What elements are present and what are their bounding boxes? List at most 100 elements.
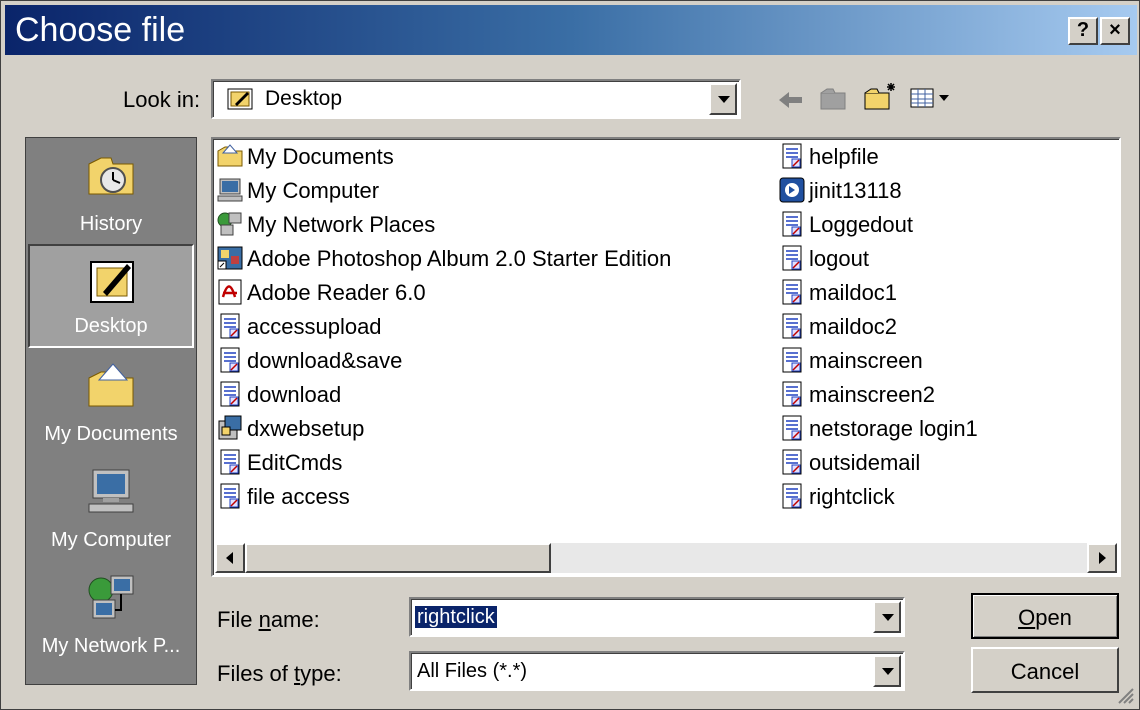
- place-desktop[interactable]: Desktop: [28, 244, 194, 348]
- document-icon: [220, 449, 240, 475]
- desktop-icon: [90, 261, 134, 303]
- close-button[interactable]: ×: [1100, 17, 1130, 45]
- file-item[interactable]: mainscreen: [779, 345, 923, 377]
- file-item[interactable]: EditCmds: [217, 447, 342, 479]
- document-icon: [220, 381, 240, 407]
- file-name: accessupload: [247, 314, 382, 339]
- file-name: download: [247, 382, 342, 407]
- document-icon: [782, 381, 802, 407]
- lookin-dropdown[interactable]: Desktop: [211, 79, 741, 119]
- document-icon: [782, 415, 802, 441]
- open-button[interactable]: Open: [971, 593, 1119, 639]
- file-item[interactable]: mainscreen2: [779, 379, 935, 411]
- my-computer-icon: [88, 469, 134, 513]
- file-name: My Computer: [247, 178, 380, 203]
- installer-icon: [779, 177, 805, 203]
- file-item[interactable]: outsidemail: [779, 447, 920, 479]
- document-icon: [220, 347, 240, 373]
- file-item[interactable]: maildoc1: [779, 277, 897, 309]
- file-name: mainscreen2: [809, 382, 935, 407]
- place-label: My Network P...: [41, 635, 181, 657]
- file-name: outsidemail: [809, 450, 921, 475]
- document-icon: [782, 279, 802, 305]
- file-item[interactable]: netstorage login1: [779, 413, 978, 445]
- file-item[interactable]: logout: [779, 243, 869, 275]
- lookin-dropdown-arrow[interactable]: [709, 83, 737, 115]
- file-item[interactable]: My Computer: [217, 175, 379, 207]
- file-item[interactable]: Adobe Photoshop Album 2.0 Starter Editio…: [217, 243, 671, 275]
- setup-icon: [218, 415, 242, 440]
- lookin-label: Look in:: [123, 87, 201, 112]
- network-places-icon: [88, 575, 134, 619]
- filename-dropdown-arrow[interactable]: [873, 601, 901, 633]
- document-icon: [220, 483, 240, 509]
- file-item[interactable]: My Documents: [217, 141, 394, 173]
- view-menu-icon[interactable]: [909, 85, 955, 111]
- place-label: My Computer: [50, 529, 172, 551]
- up-folder-icon[interactable]: [819, 85, 849, 113]
- file-name: rightclick: [809, 484, 895, 509]
- file-item[interactable]: download&save: [217, 345, 402, 377]
- folder-icon: [217, 144, 243, 167]
- document-icon: [782, 449, 802, 475]
- file-item[interactable]: Loggedout: [779, 209, 913, 241]
- places-bar: History Desktop My Documents My Computer…: [25, 137, 197, 685]
- file-item[interactable]: helpfile: [779, 141, 879, 173]
- file-name: maildoc2: [809, 314, 898, 339]
- file-name: download&save: [247, 348, 403, 373]
- choose-file-dialog: Choose file ? × Look in: Desktop History…: [0, 0, 1140, 710]
- horizontal-scrollbar[interactable]: [215, 543, 1117, 573]
- place-network[interactable]: My Network P...: [28, 562, 194, 666]
- file-name: My Documents: [247, 144, 394, 169]
- file-item[interactable]: accessupload: [217, 311, 382, 343]
- history-icon: [88, 157, 134, 195]
- filename-field[interactable]: rightclick: [409, 597, 905, 637]
- file-name: dxwebsetup: [247, 416, 365, 441]
- file-name: file access: [247, 484, 350, 509]
- file-name: Adobe Reader 6.0: [247, 280, 426, 305]
- place-my-computer[interactable]: My Computer: [28, 456, 194, 560]
- file-name: netstorage login1: [809, 416, 978, 441]
- title-bar[interactable]: Choose file ? ×: [5, 5, 1137, 55]
- file-item[interactable]: download: [217, 379, 341, 411]
- file-name: My Network Places: [247, 212, 436, 237]
- my-documents-icon: [88, 363, 134, 407]
- file-name: jinit13118: [809, 178, 902, 203]
- desktop-icon: [227, 88, 253, 110]
- document-icon: [782, 483, 802, 509]
- filetype-dropdown-arrow[interactable]: [873, 655, 901, 687]
- cancel-button[interactable]: Cancel: [971, 647, 1119, 693]
- scroll-right-button[interactable]: [1087, 543, 1117, 573]
- document-icon: [782, 245, 802, 271]
- file-list[interactable]: My Documents My Computer My Network Places…: [211, 137, 1121, 577]
- file-item[interactable]: jinit13118: [779, 175, 902, 207]
- file-name: EditCmds: [247, 450, 343, 475]
- filename-value: rightclick: [415, 606, 497, 628]
- back-arrow-icon[interactable]: [777, 89, 805, 111]
- resize-grip-icon[interactable]: [1115, 685, 1135, 705]
- place-history[interactable]: History: [28, 140, 194, 244]
- filetype-select[interactable]: All Files (*.*): [409, 651, 905, 691]
- shortcut-icon: [217, 246, 243, 270]
- file-name: helpfile: [809, 144, 879, 169]
- file-item[interactable]: rightclick: [779, 481, 895, 513]
- file-item[interactable]: dxwebsetup: [217, 413, 364, 445]
- file-item[interactable]: My Network Places: [217, 209, 435, 241]
- scroll-thumb[interactable]: [245, 543, 551, 573]
- document-icon: [782, 347, 802, 373]
- place-my-documents[interactable]: My Documents: [28, 350, 194, 454]
- file-item[interactable]: maildoc2: [779, 311, 897, 343]
- file-item[interactable]: file access: [217, 481, 350, 513]
- help-button[interactable]: ?: [1068, 17, 1098, 45]
- scroll-left-button[interactable]: [215, 543, 245, 573]
- new-folder-icon[interactable]: [863, 81, 899, 113]
- file-name: maildoc1: [809, 280, 898, 305]
- lookin-value: Desktop: [265, 87, 343, 110]
- file-item[interactable]: Adobe Reader 6.0: [217, 277, 426, 309]
- pdf-icon: [218, 279, 242, 305]
- document-icon: [782, 313, 802, 339]
- place-label: Desktop: [74, 315, 148, 337]
- file-name: logout: [809, 246, 869, 271]
- file-name: Adobe Photoshop Album 2.0 Starter Editio…: [247, 246, 672, 271]
- file-name: mainscreen: [809, 348, 923, 373]
